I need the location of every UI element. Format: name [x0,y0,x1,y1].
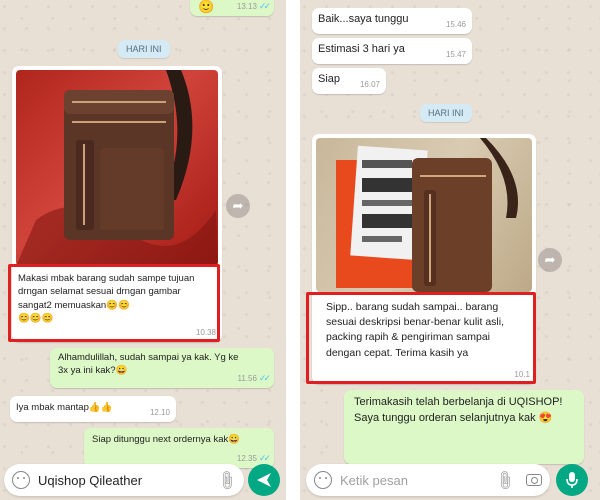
date-chip: HARI INI [420,104,472,122]
forward-icon[interactable]: ➦ [226,194,250,218]
product-photo[interactable] [16,70,218,266]
message-text: Iya mbak mantap👍👍 [16,402,113,413]
forward-icon[interactable]: ➦ [538,248,562,272]
send-icon [257,473,271,487]
send-button[interactable] [248,464,280,496]
chat-screen-left: 🙂 13.13 ✓✓ HARI INI Makasi mbak barang su… [0,0,286,500]
outgoing-message-partial[interactable]: 🙂 13.13 ✓✓ [190,0,274,16]
message-text: Terimakasih telah berbelanja di UQISHOP!… [354,396,563,424]
message-input-bar[interactable]: Ketik pesan 📎︎ [306,464,550,496]
message-time: 16.07 [359,80,380,90]
incoming-message[interactable]: Iya mbak mantap👍👍 12.10 [10,396,176,422]
attach-icon[interactable]: 📎︎ [493,468,518,493]
message-text: Baik...saya tunggu [318,13,409,25]
outgoing-message[interactable]: Siap ditunggu next ordernya kak😀 12.35 ✓✓ [84,428,274,468]
camera-icon[interactable] [526,474,542,486]
mic-button[interactable] [556,464,588,496]
leather-bag-illustration [16,70,218,266]
message-text: Siap ditunggu next ordernya kak😀 [92,434,241,445]
message-time: 11.56 ✓✓ [237,373,271,384]
message-input[interactable]: Uqishop Qileather [38,473,212,488]
incoming-message[interactable]: Siap 16.07 [312,68,386,94]
highlight-frame [8,264,220,342]
message-text: Alhamdulillah, sudah sampai ya kak. Yg k… [58,352,239,376]
outgoing-message[interactable]: Alhamdulillah, sudah sampai ya kak. Yg k… [50,348,274,388]
emoji-icon: 🙂 [198,0,215,14]
date-chip: HARI INI [118,40,170,58]
message-time: 13.13 ✓✓ [236,1,271,12]
mic-icon [566,472,578,488]
double-check-icon: ✓✓ [258,453,271,464]
package-and-bag-illustration [336,138,518,292]
message-time: 15.46 [445,20,466,30]
emoji-icon[interactable] [314,471,332,489]
emoji-icon[interactable] [12,471,30,489]
message-text: Estimasi 3 hari ya [318,43,405,55]
message-time: 15.47 [445,50,466,60]
double-check-icon: ✓✓ [258,1,271,12]
incoming-message[interactable]: Baik...saya tunggu 15.46 [312,8,472,34]
message-time: 12.10 [149,408,170,418]
double-check-icon: ✓✓ [258,373,271,384]
chat-screen-right: Baik...saya tunggu 15.46 Estimasi 3 hari… [300,0,600,500]
highlight-frame [306,292,536,384]
incoming-message[interactable]: Estimasi 3 hari ya 15.47 [312,38,472,64]
message-text: Siap [318,73,341,85]
attach-icon[interactable]: 📎︎ [215,468,240,493]
message-input[interactable]: Ketik pesan [340,473,490,488]
message-input-bar[interactable]: Uqishop Qileather 📎︎ [4,464,244,496]
product-photo[interactable] [316,138,532,292]
outgoing-message[interactable]: Terimakasih telah berbelanja di UQISHOP!… [344,390,584,464]
